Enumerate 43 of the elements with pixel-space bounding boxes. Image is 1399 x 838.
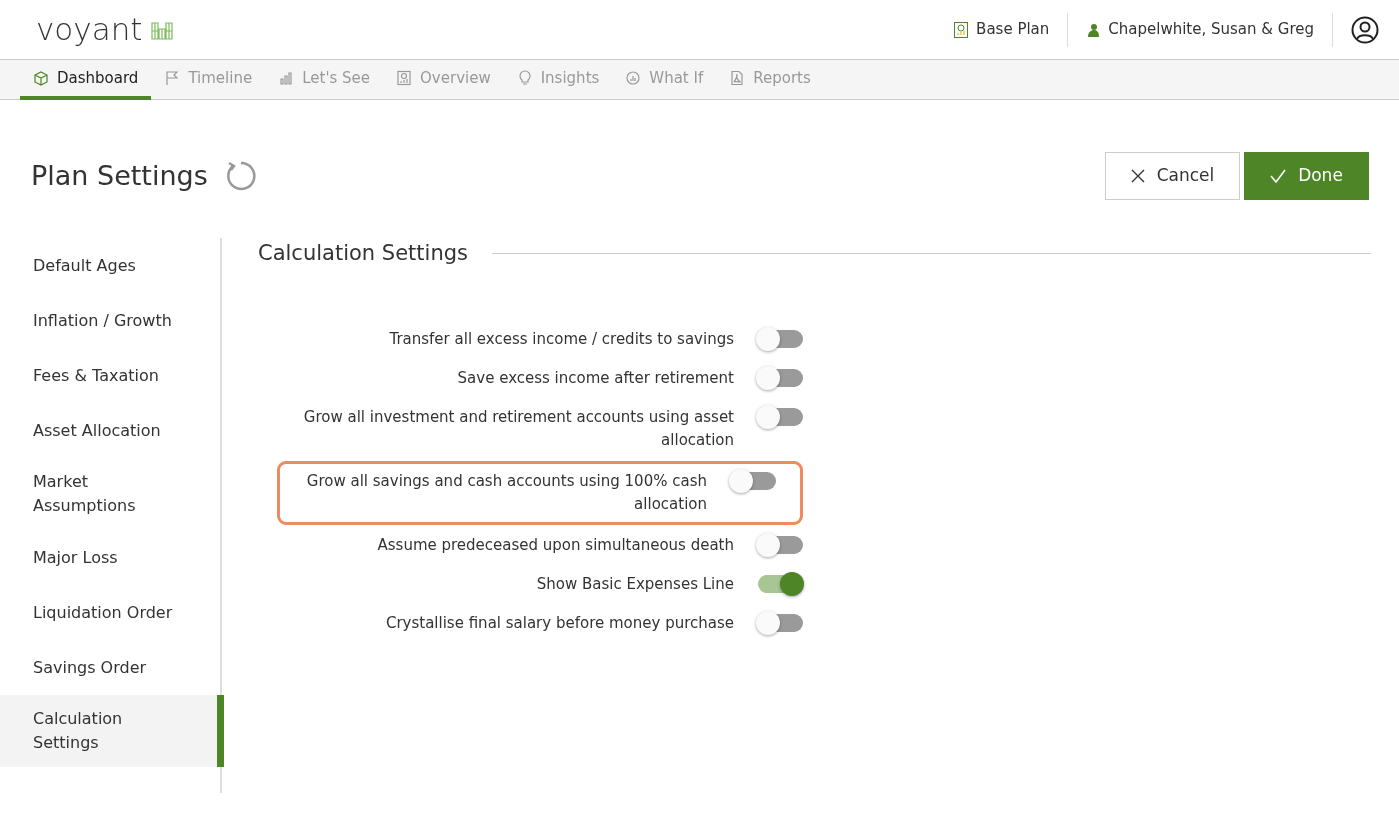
lightbulb-icon xyxy=(516,70,533,86)
setting-label: Grow all savings and cash accounts using 100% cash allocation xyxy=(305,470,707,515)
box-icon xyxy=(33,70,49,86)
toggle-switch[interactable] xyxy=(758,535,803,554)
close-icon xyxy=(1130,169,1145,184)
sidebar-item[interactable]: Market Assumptions xyxy=(0,458,220,530)
setting-label: Save excess income after retirement xyxy=(456,367,734,389)
section-title: Calculation Settings xyxy=(258,240,468,267)
setting-label: Transfer all excess income / credits to savings xyxy=(388,328,734,350)
toggle-switch[interactable] xyxy=(758,407,803,426)
client-name[interactable]: Chapelwhite, Susan & Greg xyxy=(1108,18,1314,41)
document-icon xyxy=(729,70,746,86)
toggle-switch[interactable] xyxy=(758,368,803,387)
brand-logo-text: voyant xyxy=(36,10,143,50)
toggle-switch[interactable] xyxy=(758,574,803,593)
plan-name[interactable]: Base Plan xyxy=(976,18,1050,41)
bar-chart-icon xyxy=(278,70,295,86)
toggle-switch[interactable] xyxy=(758,329,803,348)
report-icon xyxy=(396,70,413,86)
setting-label: Grow all investment and retirement accounts using asset allocation xyxy=(302,406,734,451)
gauge-icon xyxy=(625,70,642,86)
toggle-switch[interactable] xyxy=(758,613,803,632)
sidebar-item[interactable]: Asset Allocation xyxy=(0,403,220,458)
toggle-switch[interactable] xyxy=(731,471,776,490)
setting-label: Crystallise final salary before money purchase xyxy=(384,612,734,634)
flag-icon xyxy=(164,70,181,86)
sidebar-item[interactable]: Major Loss xyxy=(0,530,220,585)
setting-label: Show Basic Expenses Line xyxy=(535,573,734,595)
sidebar-item[interactable]: Liquidation Order xyxy=(0,585,220,640)
done-button[interactable]: Done xyxy=(1244,152,1369,200)
sidebar-item[interactable]: Default Ages xyxy=(0,238,220,293)
user-account-icon[interactable] xyxy=(1351,15,1379,44)
sidebar-item[interactable]: Calculation Settings xyxy=(0,695,224,767)
report-icon xyxy=(954,21,969,38)
sidebar-item[interactable]: Savings Order xyxy=(0,640,220,695)
nav-tab[interactable]: Dashboard xyxy=(20,60,152,100)
cancel-button[interactable]: Cancel xyxy=(1105,152,1240,200)
page-title: Plan Settings xyxy=(31,159,208,193)
check-icon xyxy=(1270,169,1287,184)
sidebar-item[interactable]: Inflation / Growth xyxy=(0,293,220,348)
people-icon xyxy=(1086,22,1101,37)
sidebar-item[interactable]: Fees & Taxation xyxy=(0,348,220,403)
setting-label: Assume predeceased upon simultaneous death xyxy=(376,534,734,556)
